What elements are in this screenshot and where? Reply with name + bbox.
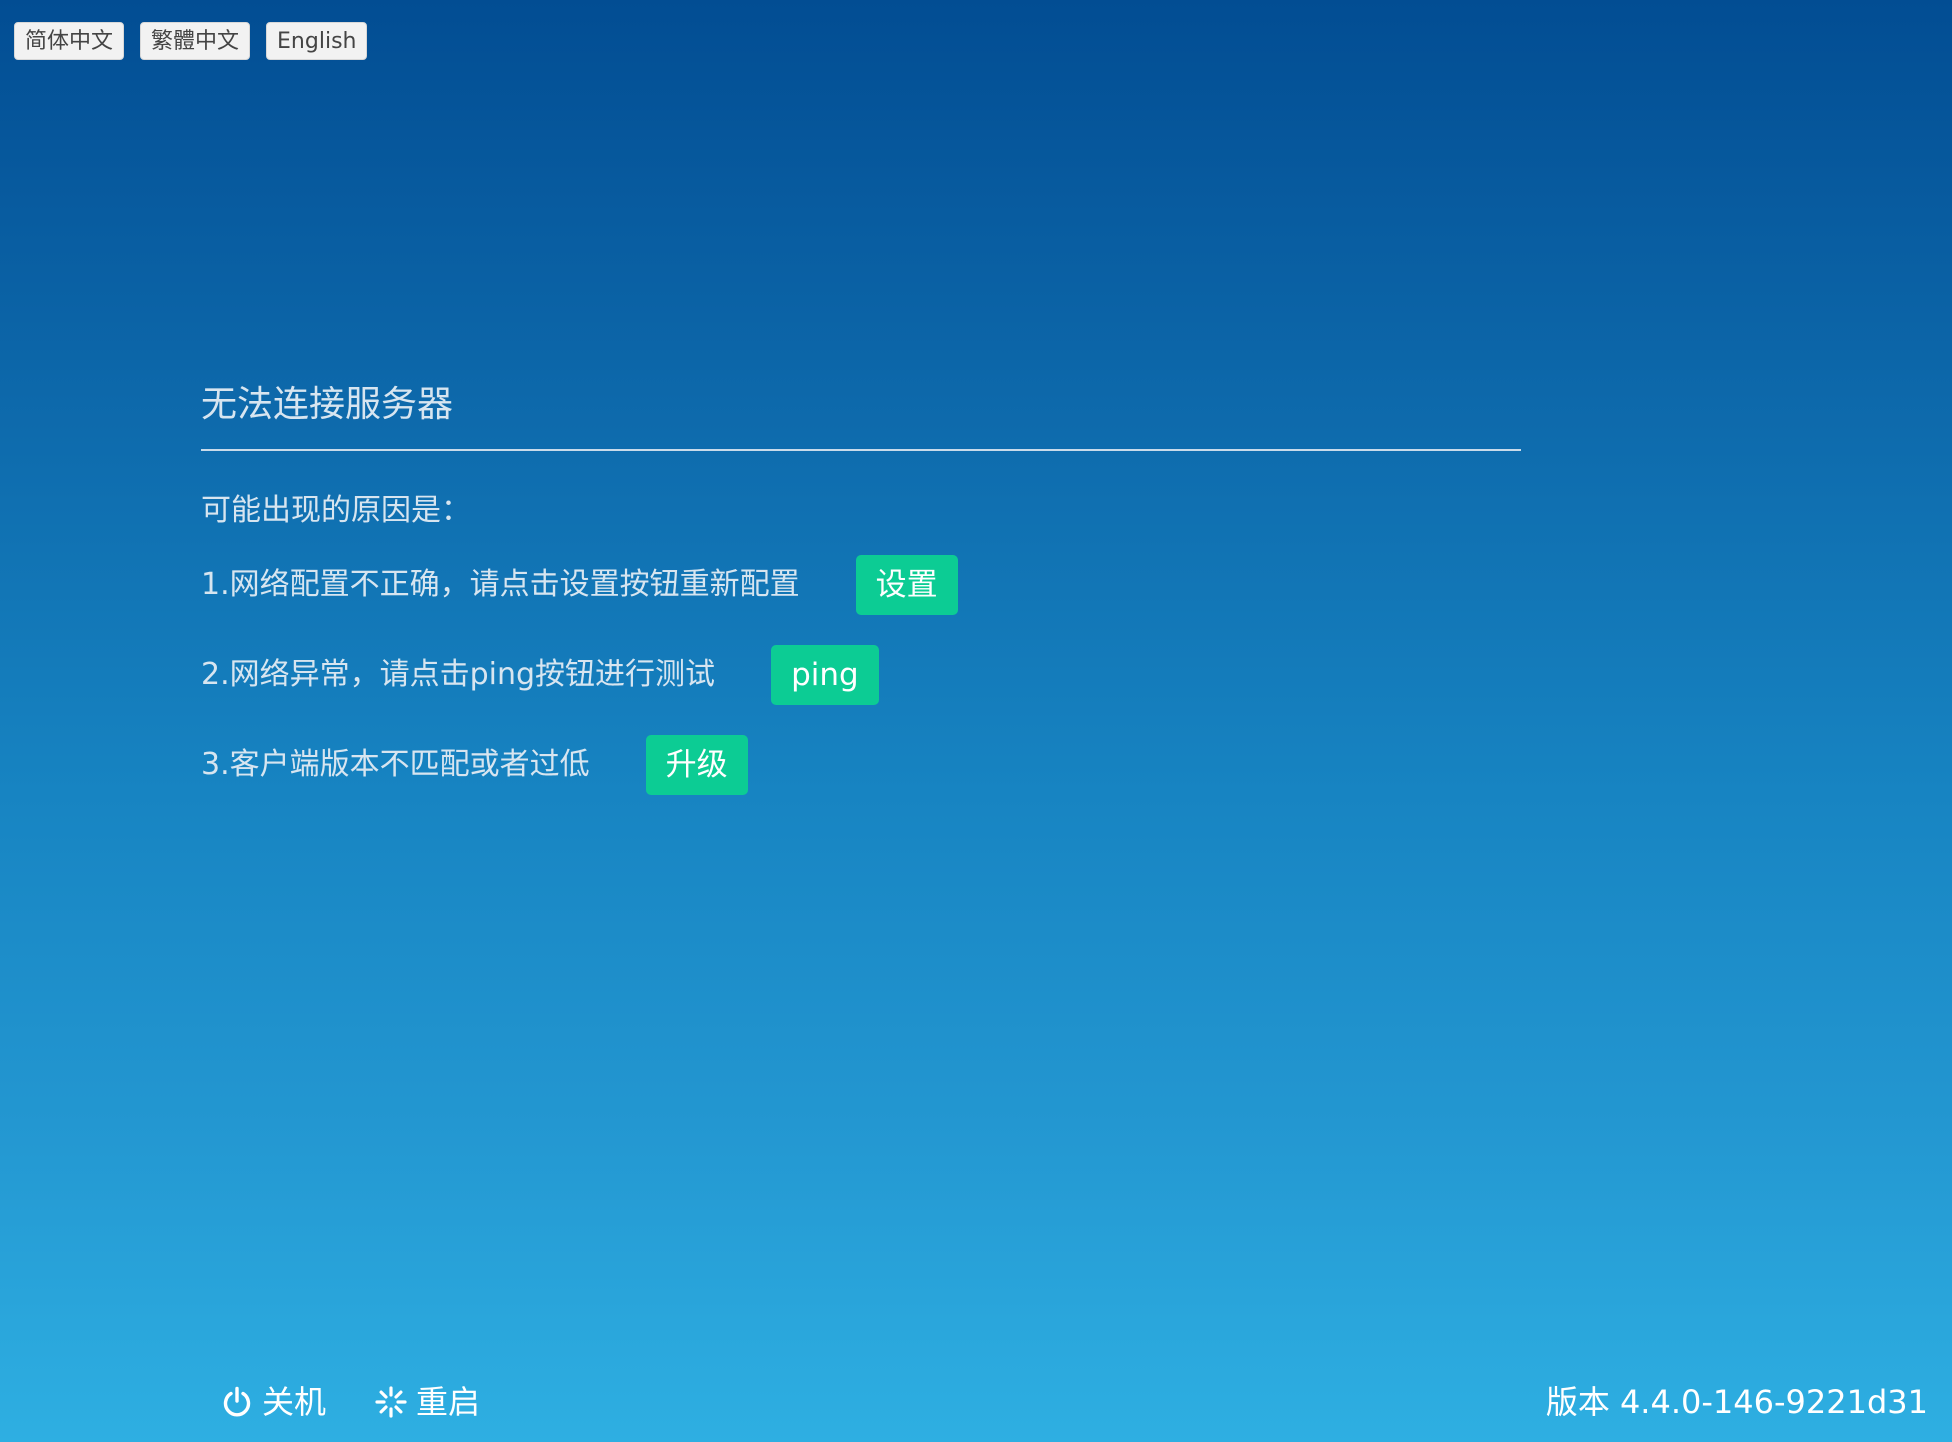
lang-english-button[interactable]: English bbox=[266, 22, 368, 60]
reason-item: 2.网络异常，请点击ping按钮进行测试 ping bbox=[201, 645, 1521, 705]
reason-item: 3.客户端版本不匹配或者过低 升级 bbox=[201, 735, 1521, 795]
reasons-label: 可能出现的原因是： bbox=[201, 493, 471, 528]
lang-simplified-chinese-button[interactable]: 简体中文 bbox=[14, 22, 125, 60]
ping-button[interactable]: ping bbox=[771, 645, 879, 705]
shutdown-button[interactable]: 关机 bbox=[220, 1378, 326, 1426]
shutdown-label: 关机 bbox=[262, 1383, 327, 1421]
version-info: 版本 4.4.0-146-9221d31 bbox=[1546, 1378, 1928, 1426]
language-switcher: 简体中文 繁體中文 English bbox=[14, 22, 368, 60]
reason-text: 3.客户端版本不匹配或者过低 bbox=[201, 747, 590, 782]
version-value: 4.4.0-146-9221d31 bbox=[1619, 1383, 1928, 1421]
footer-actions: 关机 重启 bbox=[220, 1378, 480, 1426]
error-title: 无法连接服务器 bbox=[201, 375, 1521, 451]
reason-text: 2.网络异常，请点击ping按钮进行测试 bbox=[201, 657, 716, 692]
restart-button[interactable]: 重启 bbox=[374, 1378, 480, 1426]
loading-spinner-icon bbox=[374, 1385, 408, 1419]
reason-text: 1.网络配置不正确，请点击设置按钮重新配置 bbox=[201, 567, 800, 602]
upgrade-button[interactable]: 升级 bbox=[645, 735, 748, 795]
settings-button[interactable]: 设置 bbox=[855, 555, 958, 615]
reason-item: 1.网络配置不正确，请点击设置按钮重新配置 设置 bbox=[201, 555, 1521, 615]
version-label: 版本 bbox=[1545, 1383, 1610, 1421]
power-icon bbox=[220, 1385, 254, 1419]
error-panel: 无法连接服务器 可能出现的原因是： 1.网络配置不正确，请点击设置按钮重新配置 … bbox=[201, 375, 1521, 795]
restart-label: 重启 bbox=[416, 1383, 481, 1421]
lang-traditional-chinese-button[interactable]: 繁體中文 bbox=[140, 22, 251, 60]
